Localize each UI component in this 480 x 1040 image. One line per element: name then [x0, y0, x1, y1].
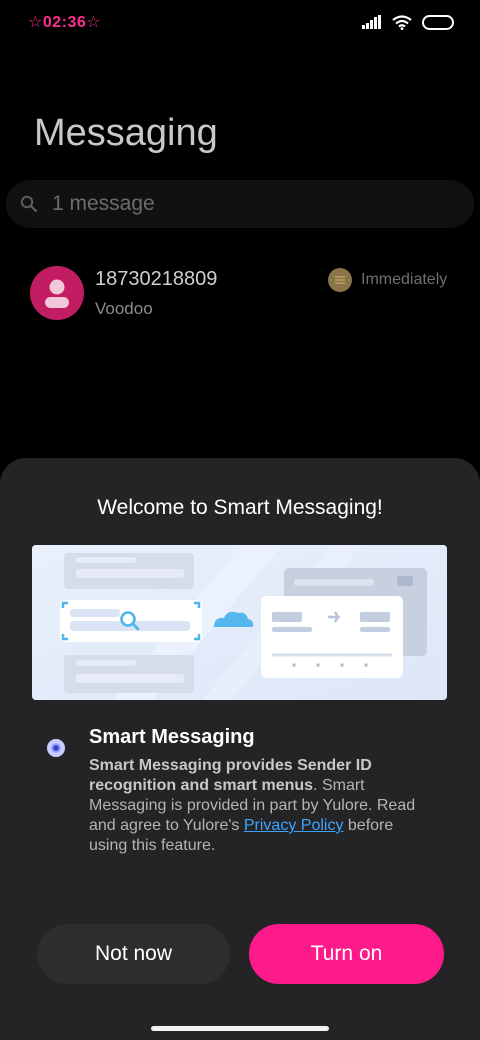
- avatar: [30, 266, 84, 320]
- conversation-sender: 18730218809: [95, 268, 218, 290]
- smart-messaging-radio[interactable]: [47, 739, 65, 757]
- status-icons: [362, 13, 454, 31]
- smart-messaging-sheet: Welcome to Smart Messaging! Smart Messag…: [0, 458, 480, 1040]
- home-indicator[interactable]: [151, 1026, 329, 1031]
- conversation-preview: Voodoo: [95, 299, 153, 318]
- status-bar: ☆02:36☆: [0, 0, 480, 44]
- radio-selected-dot: [53, 745, 59, 751]
- search-icon: [20, 195, 38, 213]
- smart-messaging-illustration: [32, 545, 447, 700]
- screen: ☆02:36☆ Messaging 1 message 18730218809 …: [0, 0, 480, 1040]
- page-title: Messaging: [34, 112, 218, 154]
- sheet-title: Welcome to Smart Messaging!: [97, 496, 383, 519]
- privacy-policy-link[interactable]: Privacy Policy: [244, 817, 344, 834]
- option-title: Smart Messaging: [89, 726, 255, 748]
- menu-badge-icon: [328, 268, 352, 292]
- battery-icon: [422, 14, 454, 30]
- option-description: Smart Messaging provides Sender ID recog…: [89, 756, 429, 856]
- person-icon: [45, 279, 69, 308]
- conversation-item[interactable]: 18730218809 Voodoo Immediately: [0, 256, 480, 334]
- search-bar[interactable]: 1 message: [6, 180, 474, 228]
- conversation-time: Immediately: [361, 271, 448, 288]
- not-now-button[interactable]: Not now: [37, 924, 230, 984]
- signal-icon: [362, 15, 381, 29]
- search-text: 1 message: [52, 192, 155, 215]
- status-time: ☆02:36☆: [28, 14, 102, 31]
- turn-on-button[interactable]: Turn on: [249, 924, 444, 984]
- wifi-icon: [392, 14, 412, 30]
